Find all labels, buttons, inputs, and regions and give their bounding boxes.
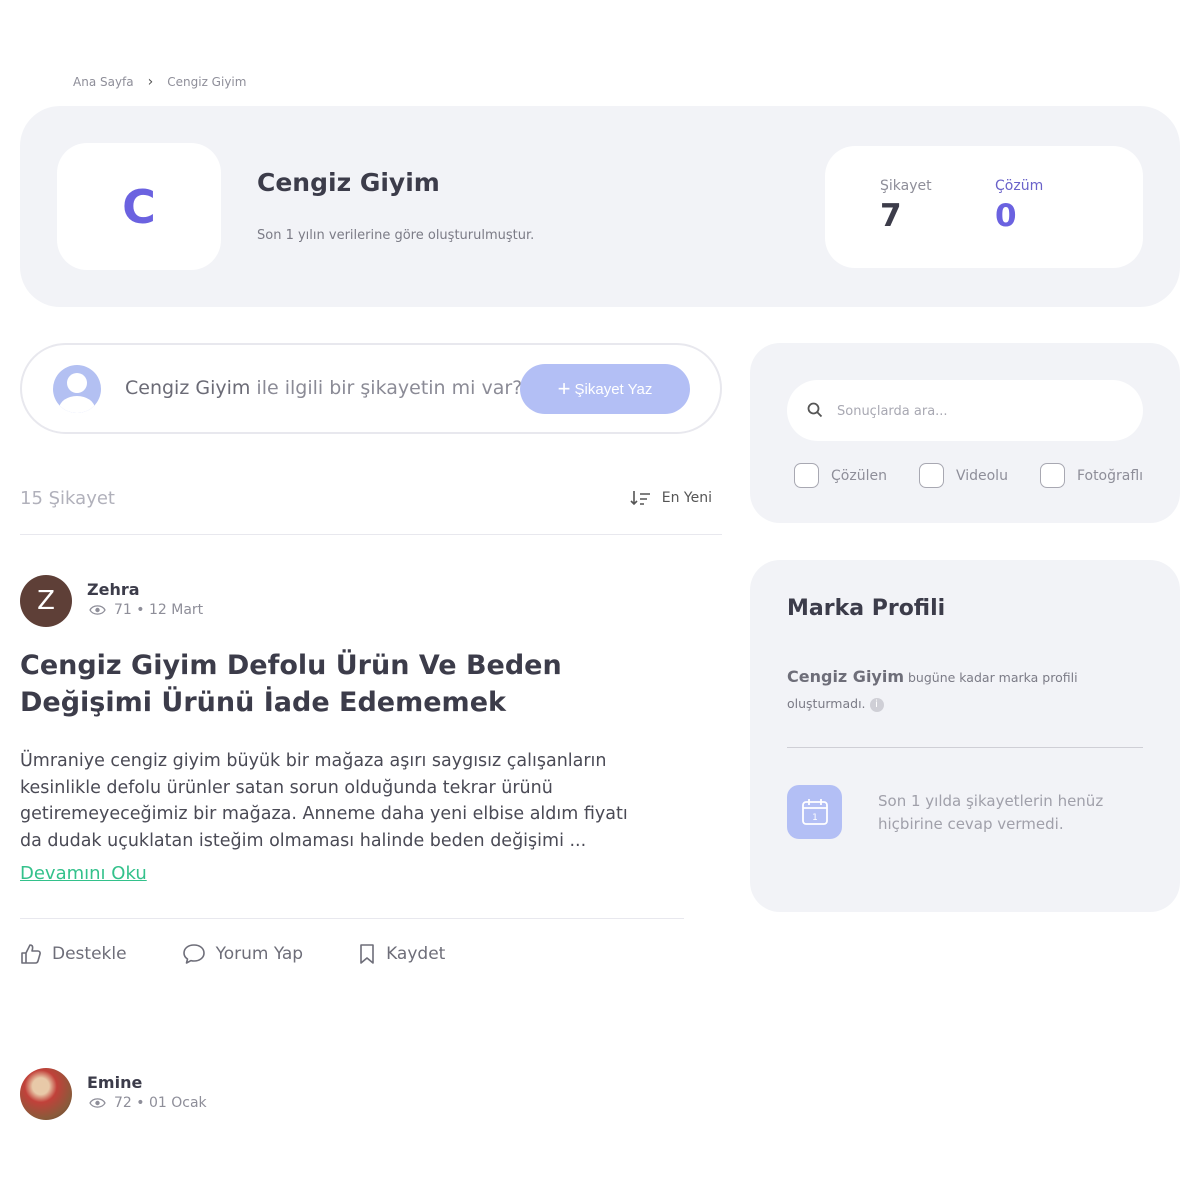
checkbox[interactable]: [918, 463, 944, 488]
calendar-icon: 1: [787, 785, 842, 839]
avatar[interactable]: [20, 1068, 72, 1120]
author-name[interactable]: Emine: [87, 1073, 142, 1092]
checkbox[interactable]: [794, 463, 819, 488]
complaint-title[interactable]: Cengiz Giyim Defolu Ürün Ve Beden Değişi…: [20, 647, 640, 721]
write-prompt-brand: Cengiz Giyim: [125, 377, 251, 399]
filter-photo[interactable]: Fotoğraflı: [1039, 463, 1144, 488]
complaint-stat-label: Şikayet: [880, 178, 932, 194]
profile-brand: Cengiz Giyim: [787, 667, 905, 686]
view-count: 71: [114, 602, 132, 618]
brand-logo: C: [57, 143, 221, 270]
complaint-body: Ümraniye cengiz giyim büyük bir mağaza a…: [20, 751, 628, 851]
brand-name: Cengiz Giyim: [257, 168, 440, 197]
view-count: 72: [114, 1095, 132, 1111]
complaint-stat: Şikayet 7: [880, 178, 932, 234]
brand-note: Son 1 yılın verilerine göre oluşturulmuş…: [257, 228, 535, 243]
chevron-right-icon: ›: [147, 74, 154, 90]
author-name[interactable]: Zehra: [87, 580, 140, 599]
comment-button[interactable]: Yorum Yap: [182, 943, 304, 965]
list-header: 15 Şikayet En Yeni: [20, 485, 722, 535]
bookmark-icon: [360, 944, 374, 964]
sort-dropdown[interactable]: En Yeni: [630, 490, 712, 506]
thumbs-up-icon: [21, 944, 41, 964]
write-prompt[interactable]: Cengiz Giyim ile ilgili bir şikayetin mi…: [125, 377, 522, 399]
complaint-stat-value: 7: [880, 198, 902, 234]
complaint-meta: 72 • 01 Ocak: [89, 1095, 207, 1111]
comment-icon: [182, 944, 205, 964]
save-button[interactable]: Kaydet: [358, 943, 445, 965]
sort-label: En Yeni: [661, 490, 712, 506]
filter-solved[interactable]: Çözülen: [794, 463, 887, 488]
read-more-link[interactable]: Devamını Oku: [20, 863, 147, 884]
search-card: Çözülen Videolu Fotoğraflı: [750, 343, 1180, 523]
brand-header: C Cengiz Giyim Son 1 yılın verilerine gö…: [20, 106, 1180, 307]
support-button[interactable]: Destekle: [20, 943, 127, 965]
filter-label: Videolu: [955, 467, 1008, 484]
breadcrumb: Ana Sayfa › Cengiz Giyim: [73, 74, 246, 90]
eye-icon: [89, 1098, 106, 1108]
calendar-day: 1: [812, 813, 818, 823]
write-complaint-card: Cengiz Giyim ile ilgili bir şikayetin mi…: [20, 343, 722, 434]
filter-label: Çözülen: [831, 467, 887, 484]
breadcrumb-home-link[interactable]: Ana Sayfa: [73, 75, 134, 89]
profile-text: Cengiz Giyim bugüne kadar marka profili …: [787, 664, 1117, 717]
sort-icon: [630, 491, 650, 506]
filter-label: Fotoğraflı: [1076, 467, 1144, 484]
filter-group: Çözülen Videolu Fotoğraflı: [794, 463, 1175, 488]
divider: [20, 918, 684, 919]
complaint-date: 12 Mart: [149, 602, 204, 618]
write-complaint-button[interactable]: + Şikayet Yaz: [520, 364, 690, 414]
search-box[interactable]: [787, 380, 1143, 441]
eye-icon: [89, 605, 106, 615]
divider: [787, 747, 1143, 748]
checkbox[interactable]: [1039, 463, 1065, 488]
write-complaint-button-label: Şikayet Yaz: [574, 380, 653, 398]
avatar[interactable]: Z: [20, 575, 72, 627]
meta-separator: •: [131, 1095, 149, 1111]
solution-stat-value: 0: [995, 198, 1017, 234]
breadcrumb-current-link[interactable]: Cengiz Giyim: [167, 75, 246, 89]
search-input[interactable]: [837, 398, 1127, 424]
write-prompt-text: ile ilgili bir şikayetin mi var?: [250, 377, 523, 399]
solution-stat: Çözüm 0: [995, 178, 1043, 234]
user-avatar-icon: [53, 365, 101, 413]
profile-title: Marka Profili: [787, 596, 946, 621]
support-label: Destekle: [52, 944, 127, 964]
plus-icon: +: [557, 376, 571, 401]
comment-label: Yorum Yap: [215, 944, 304, 964]
meta-separator: •: [131, 602, 149, 618]
brand-profile-card: Marka Profili Cengiz Giyim bugüne kadar …: [750, 560, 1180, 912]
complaint-date: 01 Ocak: [149, 1095, 207, 1111]
complaint-meta: 71 • 12 Mart: [89, 602, 203, 618]
complaint-count: 15 Şikayet: [20, 488, 115, 509]
save-label: Kaydet: [386, 944, 446, 964]
filter-video[interactable]: Videolu: [918, 463, 1008, 488]
complaint-actions: Destekle Yorum Yap Kaydet: [20, 943, 500, 965]
reply-note: Son 1 yılda şikayetlerin henüz hiçbirine…: [878, 792, 1104, 833]
stats-box: Şikayet 7 Çözüm 0: [825, 146, 1143, 268]
search-icon: [807, 402, 823, 418]
solution-stat-label: Çözüm: [995, 178, 1044, 194]
info-icon[interactable]: i: [869, 697, 884, 712]
